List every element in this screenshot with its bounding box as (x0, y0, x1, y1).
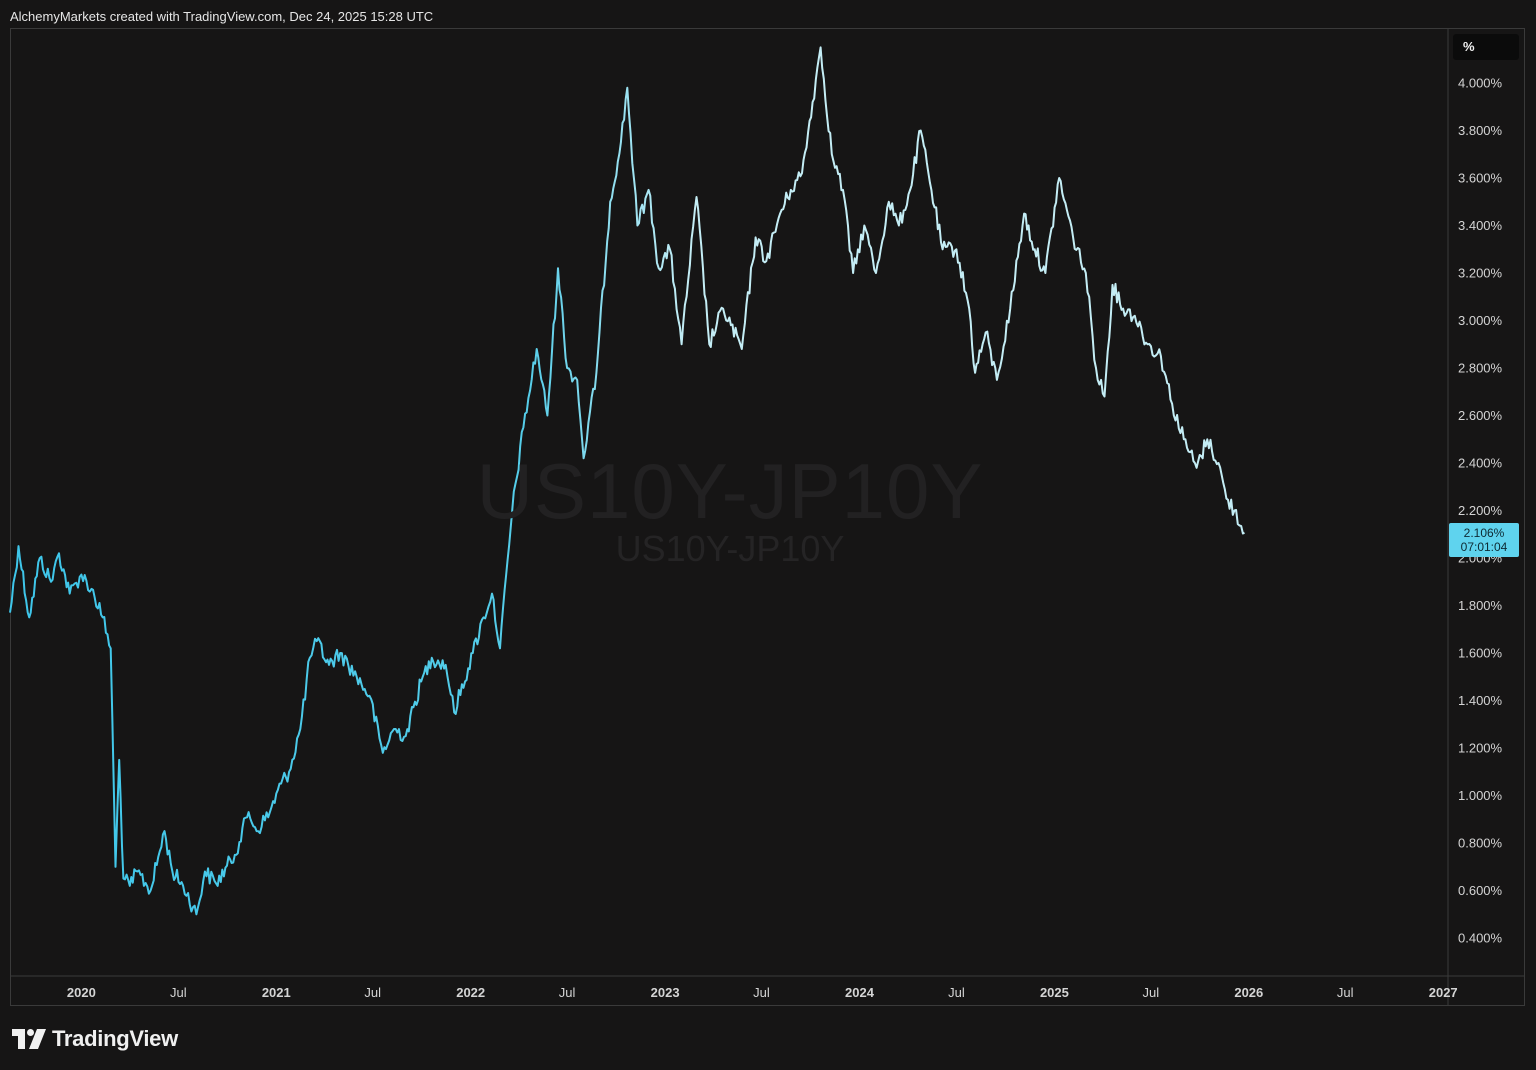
price-tick-label: 2.800% (1458, 361, 1503, 376)
price-tick-label: 4.000% (1458, 76, 1503, 91)
time-tick-label: Jul (948, 985, 965, 1000)
time-tick-label: 2026 (1234, 985, 1263, 1000)
price-tick-label: 3.800% (1458, 123, 1503, 138)
price-tick-label: 3.000% (1458, 313, 1503, 328)
symbol-description-watermark: US10Y-JP10Y (615, 528, 845, 569)
symbol-watermark: US10Y-JP10Y (476, 447, 984, 535)
time-tick-label: 2021 (262, 985, 291, 1000)
tradingview-logo[interactable]: TradingView (12, 1024, 178, 1054)
bar-countdown: 07:01:04 (1460, 540, 1508, 554)
price-tick-label: 2.200% (1458, 503, 1503, 518)
time-tick-label: Jul (1143, 985, 1160, 1000)
time-tick-label: Jul (170, 985, 187, 1000)
time-tick-label: Jul (559, 985, 576, 1000)
time-tick-label: 2024 (845, 985, 875, 1000)
price-tick-label: 1.600% (1458, 646, 1503, 661)
price-tick-label: 0.400% (1458, 931, 1503, 946)
last-price-label: 2.106% 07:01:04 (1449, 523, 1519, 557)
time-tick-label: Jul (1337, 985, 1354, 1000)
time-tick-label: 2023 (651, 985, 680, 1000)
last-price-value: 2.106% (1463, 526, 1505, 540)
price-tick-label: 3.200% (1458, 266, 1503, 281)
price-tick-label: 1.000% (1458, 788, 1503, 803)
time-tick-label: 2020 (67, 985, 96, 1000)
time-tick-label: Jul (753, 985, 770, 1000)
price-tick-label: 3.600% (1458, 171, 1503, 186)
time-tick-label: Jul (364, 985, 381, 1000)
price-tick-label: 3.400% (1458, 218, 1503, 233)
time-tick-label: 2025 (1040, 985, 1069, 1000)
price-tick-label: 1.800% (1458, 598, 1503, 613)
price-tick-label: 0.600% (1458, 883, 1503, 898)
price-tick-label: 2.400% (1458, 456, 1503, 471)
tradingview-brand-text: TradingView (52, 1026, 178, 1051)
price-tick-label: 1.200% (1458, 741, 1503, 756)
price-scale-unit-button[interactable]: % (1453, 34, 1519, 60)
price-tick-label: 2.600% (1458, 408, 1503, 423)
tradingview-logo-icon (12, 1029, 46, 1049)
price-axis[interactable]: 4.000% 3.800% 3.600% 3.400% 3.200% 3.000% 2.80… (1458, 76, 1503, 946)
price-tick-label: 0.800% (1458, 836, 1503, 851)
time-tick-label: 2022 (456, 985, 485, 1000)
time-axis[interactable]: 2020 Jul 2021 Jul 2022 Jul 2023 Jul 2024 Jul 2025 J… (67, 985, 1458, 1000)
price-tick-label: 1.400% (1458, 693, 1503, 708)
time-tick-label: 2027 (1429, 985, 1458, 1000)
